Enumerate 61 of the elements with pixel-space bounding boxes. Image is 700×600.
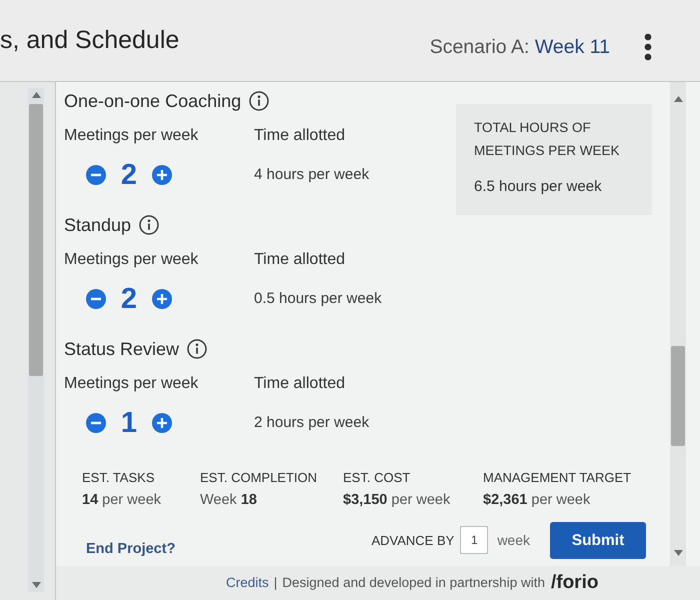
decrease-button[interactable] xyxy=(86,165,106,185)
time-value: 0.5 hours per week xyxy=(254,289,383,309)
increase-button[interactable] xyxy=(152,165,172,185)
section-title: Standup xyxy=(64,214,132,237)
submit-button[interactable]: Submit xyxy=(550,522,646,559)
estimate-value: $2,361 per week xyxy=(483,491,592,510)
estimate-value: $3,150 per week xyxy=(343,491,452,510)
column-label: Time allotted xyxy=(254,250,346,270)
estimate-value: 14 per week xyxy=(82,491,162,510)
time-value: 2 hours per week xyxy=(254,413,370,433)
estimate-label: EST. COMPLETION xyxy=(200,469,318,487)
decrease-button[interactable] xyxy=(86,289,106,309)
scrollbar-thumb[interactable] xyxy=(671,346,685,446)
column-label: Meetings per week xyxy=(64,250,200,270)
time-value: 4 hours per week xyxy=(254,165,370,185)
column-label: Meetings per week xyxy=(64,374,200,394)
estimate-label: EST. TASKS xyxy=(82,469,156,487)
more-menu-icon[interactable] xyxy=(644,32,652,60)
total-hours-label: TOTAL HOURS OF MEETINGS PER WEEK xyxy=(474,119,621,160)
scroll-down-arrow-icon[interactable] xyxy=(32,582,40,588)
meeting-count: 2 xyxy=(120,284,138,314)
scrollbar-track[interactable] xyxy=(28,88,44,592)
minus-icon xyxy=(86,413,106,433)
scrollbar-track[interactable] xyxy=(670,82,686,566)
advance-weeks-input[interactable]: 1 xyxy=(460,526,488,554)
scroll-up-arrow-icon[interactable] xyxy=(32,92,40,98)
meeting-count: 2 xyxy=(120,160,138,190)
increase-button[interactable] xyxy=(152,413,172,433)
footer-text: Designed and developed in partnership with xyxy=(282,574,545,592)
plus-icon xyxy=(152,413,172,433)
meeting-count: 1 xyxy=(120,408,138,438)
page-title: s, and Schedule xyxy=(0,24,180,54)
decrease-button[interactable] xyxy=(86,413,106,433)
estimate-value: Week 18 xyxy=(200,491,258,510)
scroll-down-arrow-icon[interactable] xyxy=(674,550,682,556)
column-label: Meetings per week xyxy=(64,126,200,146)
advance-by-label: ADVANCE BY xyxy=(371,532,454,550)
section-title: One-on-one Coaching xyxy=(64,90,242,113)
footer-separator: | xyxy=(274,574,278,592)
section-title: Status Review xyxy=(64,338,180,361)
minus-icon xyxy=(86,165,106,185)
info-icon[interactable] xyxy=(187,339,208,359)
credits-link[interactable]: Credits xyxy=(226,572,269,594)
total-hours-value: 6.5 hours per week xyxy=(474,177,603,197)
estimate-label: EST. COST xyxy=(343,469,412,487)
info-icon[interactable] xyxy=(139,215,160,235)
increase-button[interactable] xyxy=(152,289,172,309)
scenario-label: Scenario A: xyxy=(430,36,530,60)
advance-unit-label: week xyxy=(497,530,530,550)
plus-icon xyxy=(152,165,172,185)
week-label: Week 11 xyxy=(534,36,610,60)
info-icon[interactable] xyxy=(249,91,270,111)
scroll-up-arrow-icon[interactable] xyxy=(674,96,682,102)
end-project-link[interactable]: End Project? xyxy=(86,538,176,560)
minus-icon xyxy=(86,289,106,309)
plus-icon xyxy=(152,289,172,309)
estimate-label: MANAGEMENT TARGET xyxy=(483,469,632,487)
scrollbar-thumb[interactable] xyxy=(29,104,43,376)
column-label: Time allotted xyxy=(254,126,346,146)
partner-logo: /forio xyxy=(550,570,598,595)
column-label: Time allotted xyxy=(254,374,346,394)
